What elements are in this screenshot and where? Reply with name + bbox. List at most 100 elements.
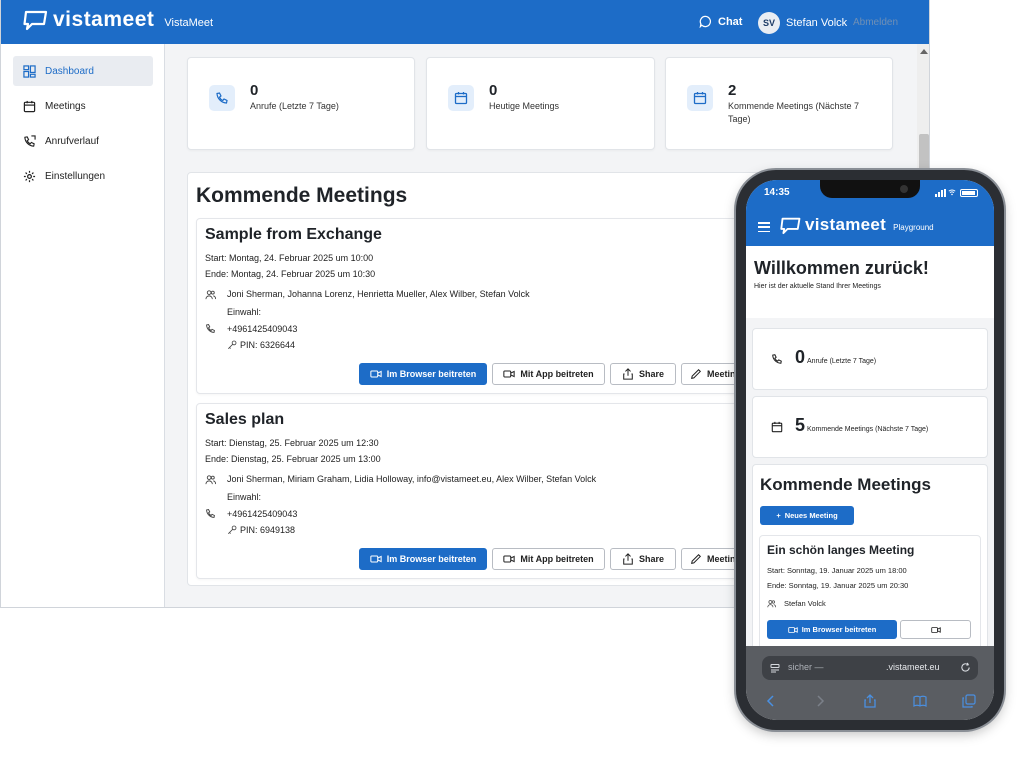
sidebar-item-settings[interactable]: Einstellungen	[13, 161, 153, 191]
join-app-button[interactable]	[900, 620, 971, 639]
signal-icon	[935, 189, 946, 197]
browser-nav-buttons	[746, 688, 994, 714]
pencil-icon	[691, 553, 702, 564]
pencil-icon	[691, 368, 702, 379]
stat-value: 0	[795, 347, 806, 367]
stat-icon-box	[448, 85, 474, 111]
pin-value: PIN: 6949138	[240, 525, 296, 535]
welcome-section: Willkommen zurück! Hier ist der aktuelle…	[746, 246, 994, 318]
button-label: Im Browser beitreten	[386, 554, 477, 564]
chat-label: Chat	[718, 15, 743, 28]
sidebar: Dashboard Meetings Anrufverlauf Einstell…	[1, 44, 165, 607]
stat-value: 5	[795, 415, 806, 435]
stat-icon-box	[687, 85, 713, 111]
calendar-icon	[454, 92, 468, 105]
stat-label: Kommende Meetings (Nächste 7 Tage)	[728, 101, 860, 125]
button-label: Mit App beitreten	[520, 369, 594, 379]
join-app-button[interactable]: Mit App beitreten	[492, 363, 605, 385]
dialin-pin: PIN: 6949138	[227, 525, 295, 535]
stat-value: 0	[250, 82, 259, 99]
video-icon	[370, 555, 382, 563]
upcoming-meetings-panel: Kommende Meetings + Neues Meeting Ein sc…	[752, 464, 988, 646]
phone-icon	[206, 509, 215, 518]
join-browser-button[interactable]: Im Browser beitreten	[767, 620, 897, 639]
stat-icon-box	[209, 85, 235, 111]
key-icon	[227, 525, 237, 535]
forward-icon[interactable]	[813, 694, 827, 708]
phone-icon	[216, 92, 228, 104]
sidebar-item-label: Meetings	[45, 100, 86, 112]
stat-card-calls: 0 Anrufe (Letzte 7 Tage)	[752, 328, 988, 390]
dialin-phone: +4961425409043	[227, 509, 298, 519]
logout-link[interactable]: Abmelden	[853, 17, 898, 28]
sidebar-item-dashboard[interactable]: Dashboard	[13, 56, 153, 86]
phone-notch	[820, 180, 920, 198]
bookmarks-icon[interactable]	[912, 694, 927, 708]
sidebar-item-label: Dashboard	[45, 65, 94, 77]
stat-card-upcoming-meetings: 2 Kommende Meetings (Nächste 7 Tage)	[665, 57, 893, 150]
phone-history-icon	[24, 134, 36, 147]
plus-icon: +	[776, 511, 781, 520]
mobile-top-bar: vistameet Playground	[746, 210, 994, 246]
url-prefix: sicher —	[788, 662, 824, 672]
user-menu[interactable]: SV Stefan Volck	[758, 12, 847, 34]
top-bar: vistameet VistaMeet Chat SV Stefan Volck…	[1, 0, 929, 44]
video-icon	[503, 555, 516, 563]
meeting-card: Ein schön langes Meeting Start: Sonntag,…	[759, 535, 981, 646]
video-icon	[370, 370, 382, 378]
meeting-end: Ende: Dienstag, 25. Februar 2025 um 13:0…	[205, 454, 381, 464]
dialin-pin: PIN: 6326644	[227, 340, 295, 350]
gear-icon	[23, 170, 36, 182]
logo[interactable]: vistameet VistaMeet	[23, 8, 213, 32]
share-icon	[623, 368, 633, 380]
calendar-icon	[23, 100, 36, 112]
stat-label: Heutige Meetings	[489, 101, 560, 111]
tab-format-icon[interactable]	[770, 663, 780, 673]
welcome-title: Willkommen zurück!	[754, 258, 929, 278]
join-browser-button[interactable]: Im Browser beitreten	[359, 548, 487, 570]
tabs-icon[interactable]	[962, 694, 976, 708]
button-label: Im Browser beitreten	[386, 369, 477, 379]
stat-card-upcoming-meetings: 5 Kommende Meetings (Nächste 7 Tage)	[752, 396, 988, 458]
stat-card-today-meetings: 0 Heutige Meetings	[426, 57, 655, 150]
sidebar-item-call-history[interactable]: Anrufverlauf	[13, 126, 153, 156]
scroll-up-arrow-icon[interactable]	[920, 49, 928, 54]
section-title: Kommende Meetings	[196, 184, 408, 207]
share-button[interactable]: Share	[610, 363, 676, 385]
stat-value: 2	[728, 82, 737, 99]
video-icon	[930, 626, 941, 633]
welcome-subtitle: Hier ist der aktuelle Stand Ihrer Meetin…	[754, 283, 881, 290]
join-browser-button[interactable]: Im Browser beitreten	[359, 363, 487, 385]
stat-label: Anrufe (Letzte 7 Tage)	[250, 101, 339, 111]
share-icon	[623, 553, 633, 565]
phone-screen: 14:35 vistameet Playground Willkommen zu…	[746, 180, 994, 720]
new-meeting-button[interactable]: + Neues Meeting	[760, 506, 854, 525]
status-time: 14:35	[764, 187, 790, 198]
sidebar-item-meetings[interactable]: Meetings	[13, 91, 153, 121]
join-app-button[interactable]: Mit App beitreten	[492, 548, 605, 570]
address-bar[interactable]: sicher — .vistameet.eu	[762, 656, 978, 680]
meeting-title: Sales plan	[205, 411, 285, 428]
chat-button[interactable]: Chat	[699, 15, 742, 28]
calendar-icon	[771, 421, 783, 433]
sidebar-item-label: Einstellungen	[45, 170, 106, 182]
reload-icon[interactable]	[960, 662, 971, 673]
back-icon[interactable]	[764, 694, 778, 708]
logo-icon	[23, 10, 48, 31]
participants-icon	[205, 475, 216, 485]
stat-card-calls: 0 Anrufe (Letzte 7 Tage)	[187, 57, 415, 150]
chat-icon	[699, 15, 711, 28]
button-label: Neues Meeting	[784, 511, 838, 520]
share-icon[interactable]	[863, 694, 877, 708]
participants-icon	[767, 600, 776, 608]
logo[interactable]: vistameet Playground	[780, 215, 934, 235]
meeting-participants: Stefan Volck	[784, 599, 826, 608]
share-button[interactable]: Share	[610, 548, 676, 570]
battery-icon	[960, 189, 978, 197]
stat-label: Kommende Meetings (Nächste 7 Tage)	[807, 426, 929, 433]
meeting-participants: Joni Sherman, Johanna Lorenz, Henrietta …	[227, 289, 530, 299]
app-name: Playground	[893, 223, 934, 232]
hamburger-menu-icon[interactable]	[758, 222, 770, 232]
participants-icon	[205, 290, 216, 300]
meeting-participants-row: Stefan Volck	[767, 599, 826, 608]
